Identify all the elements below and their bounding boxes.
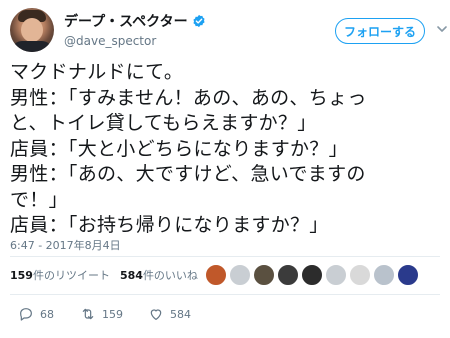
divider <box>10 294 440 295</box>
display-name-text[interactable]: デープ・スペクター <box>64 11 188 31</box>
heart-icon <box>150 309 162 320</box>
tweet-header: デープ・スペクター @dave_spector フォローする <box>10 8 447 52</box>
reply-icon <box>20 308 32 321</box>
liker-avatar[interactable] <box>349 264 371 286</box>
tweet-line: で！」 <box>10 188 68 211</box>
tweet-actions: 68 159 584 <box>18 304 208 324</box>
tweet-timestamp[interactable]: 6:47 - 2017年8月4日 <box>10 237 121 253</box>
like-count: 584 <box>170 307 191 321</box>
avatar[interactable] <box>10 8 54 52</box>
tweet-line: マクドナルドにて。 <box>10 61 184 83</box>
liker-avatar[interactable] <box>277 264 299 286</box>
liker-avatar[interactable] <box>301 264 323 286</box>
retweets-stat[interactable]: 159件のリツイート <box>10 267 110 283</box>
verified-badge-icon <box>193 14 205 28</box>
liker-avatar[interactable] <box>397 264 419 286</box>
retweet-icon <box>82 308 94 320</box>
retweets-stat-label: 件のリツイート <box>32 269 110 282</box>
avatar-suit <box>12 41 52 52</box>
likers-avatars <box>205 264 419 286</box>
divider <box>10 256 440 257</box>
retweets-stat-count: 159 <box>10 269 33 282</box>
likes-stat-count: 584 <box>119 269 143 282</box>
chevron-down-icon[interactable] <box>436 23 448 35</box>
tweet-line: 男性：「あの、大ですけど、急いでますの <box>10 163 366 185</box>
liker-avatar[interactable] <box>205 264 227 286</box>
liker-avatar[interactable] <box>253 264 275 286</box>
tweet-line: と、トイレ貸してもらえますか？」 <box>10 112 317 134</box>
likes-stat[interactable]: 584件のいいね <box>120 267 198 283</box>
liker-avatar[interactable] <box>325 264 347 286</box>
liker-avatar[interactable] <box>373 264 395 286</box>
reply-count: 68 <box>40 307 54 321</box>
display-name[interactable]: デープ・スペクター <box>64 11 206 31</box>
follow-button[interactable]: フォローする <box>335 18 425 44</box>
tweet-stats: 159件のリツイート 584件のいいね <box>10 262 208 288</box>
avatar-face <box>21 18 43 42</box>
liker-avatar[interactable] <box>229 264 251 286</box>
tweet-line: 店員：「お持ち帰りになりますか？」 <box>10 214 329 236</box>
likes-stat-label: 件のいいね <box>142 269 198 282</box>
like-button[interactable]: 584 <box>148 306 208 322</box>
user-names[interactable]: デープ・スペクター @dave_spector <box>64 11 206 48</box>
tweet-text: マクドナルドにて。 男性：「すみません！あの、あの、ちょっ と、トイレ貸してもら… <box>10 60 440 239</box>
tweet-line: 男性：「すみません！あの、あの、ちょっ <box>10 86 367 109</box>
reply-button[interactable]: 68 <box>18 306 80 322</box>
user-handle[interactable]: @dave_spector <box>64 34 206 48</box>
tweet-line: 店員：「大と小どちらになりますか？」 <box>10 137 348 160</box>
retweet-button[interactable]: 159 <box>80 306 148 322</box>
retweet-count: 159 <box>102 307 123 321</box>
